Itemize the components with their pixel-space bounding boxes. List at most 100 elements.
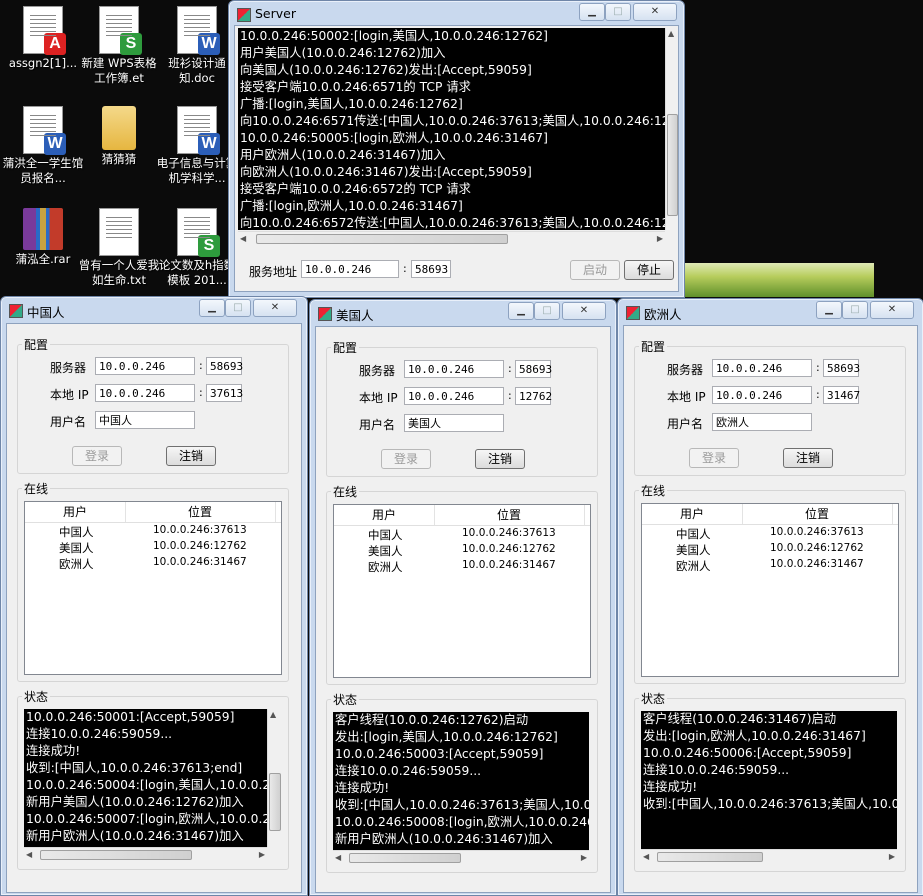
list-item[interactable]: 美国人 10.0.0.246:12762	[334, 543, 590, 559]
scroll-up-arrow-icon[interactable]: ▲	[270, 710, 276, 719]
list-item[interactable]: 欧洲人 10.0.0.246:31467	[25, 556, 281, 572]
desktop-icon-label: assgn2[1]...	[8, 56, 78, 70]
location-cell: 10.0.0.246:37613	[770, 526, 864, 538]
minimize-button[interactable]: ▁	[199, 299, 225, 317]
scroll-up-arrow-icon[interactable]: ▲	[668, 29, 674, 38]
server-log-hscrollbar[interactable]: ◀ ▶	[238, 231, 665, 246]
client-titlebar[interactable]: 欧洲人 ▁ □ ✕	[618, 299, 923, 325]
username-field[interactable]: 美国人	[404, 414, 504, 432]
local-ip-field[interactable]: 10.0.0.246	[404, 387, 504, 405]
online-users-list[interactable]: 用户 位置 中国人 10.0.0.246:37613 美国人 10.0.0.24…	[641, 503, 899, 677]
close-button[interactable]: ✕	[870, 301, 914, 319]
close-button[interactable]: ✕	[253, 299, 297, 317]
logout-button[interactable]: 注销	[783, 448, 833, 468]
local-ip-field[interactable]: 10.0.0.246	[95, 384, 195, 402]
server-ip-field[interactable]: 10.0.0.246	[95, 357, 195, 375]
list-item[interactable]: 中国人 10.0.0.246:37613	[334, 527, 590, 543]
logout-button[interactable]: 注销	[475, 449, 525, 469]
column-header-user[interactable]: 用户	[25, 502, 126, 522]
status-group-label: 状态	[22, 688, 51, 705]
desktop-icon-pdf[interactable]: A assgn2[1]...	[0, 6, 86, 71]
stop-button[interactable]: 停止	[624, 260, 674, 280]
scroll-left-arrow-icon[interactable]: ◀	[643, 852, 649, 861]
online-users-list[interactable]: 用户 位置 中国人 10.0.0.246:37613 美国人 10.0.0.24…	[333, 504, 591, 678]
scroll-thumb[interactable]	[269, 773, 281, 831]
server-address-field[interactable]: 10.0.0.246	[301, 260, 399, 278]
minimize-button[interactable]: ▁	[816, 301, 842, 319]
username-field[interactable]: 中国人	[95, 411, 195, 429]
login-button[interactable]: 登录	[72, 446, 122, 466]
login-button[interactable]: 登录	[689, 448, 739, 468]
column-header-location[interactable]: 位置	[434, 505, 585, 525]
scroll-right-arrow-icon[interactable]: ▶	[657, 234, 663, 243]
minimize-button[interactable]: ▁	[579, 3, 605, 21]
login-button[interactable]: 登录	[381, 449, 431, 469]
column-header-user[interactable]: 用户	[642, 504, 743, 524]
column-header-location[interactable]: 位置	[742, 504, 893, 524]
status-log[interactable]: 10.0.0.246:50001:[Accept,59059] 连接10.0.0…	[24, 709, 267, 847]
logout-button[interactable]: 注销	[166, 446, 216, 466]
server-port-field[interactable]: 58693	[411, 260, 451, 278]
status-log-hscrollbar[interactable]: ◀ ▶	[333, 850, 589, 865]
scroll-right-arrow-icon[interactable]: ▶	[889, 852, 895, 861]
local-ip-field[interactable]: 10.0.0.246	[712, 386, 812, 404]
status-log-hscrollbar[interactable]: ◀ ▶	[24, 847, 267, 862]
log-line: 收到:[中国人,10.0.0.246:37613;美国人,10.0.0.246:…	[335, 798, 589, 812]
scroll-left-arrow-icon[interactable]: ◀	[335, 853, 341, 862]
scroll-thumb[interactable]	[657, 852, 763, 862]
desktop-icon-et[interactable]: S 新建 WPS表格 工作簿.et	[76, 6, 162, 86]
desktop-icon-folder[interactable]: 猜猜猜	[76, 106, 162, 167]
list-item[interactable]: 欧洲人 10.0.0.246:31467	[334, 559, 590, 575]
local-port-field[interactable]: 31467	[823, 386, 860, 404]
scroll-right-arrow-icon[interactable]: ▶	[259, 850, 265, 859]
scroll-thumb[interactable]	[256, 234, 508, 244]
server-log-vscrollbar[interactable]: ▲	[665, 28, 678, 230]
scroll-left-arrow-icon[interactable]: ◀	[240, 234, 246, 243]
status-log-hscrollbar[interactable]: ◀ ▶	[641, 849, 897, 864]
desktop-icon-rar[interactable]: 蒲泓全.rar	[0, 208, 86, 267]
log-line: 发出:[login,欧洲人,10.0.0.246:31467]	[643, 729, 866, 743]
column-header-location[interactable]: 位置	[125, 502, 276, 522]
maximize-button[interactable]: □	[225, 299, 251, 317]
list-item[interactable]: 中国人 10.0.0.246:37613	[25, 524, 281, 540]
minimize-button[interactable]: ▁	[508, 302, 534, 320]
colon-separator: :	[199, 386, 203, 399]
maximize-button[interactable]: □	[605, 3, 631, 21]
scroll-thumb[interactable]	[667, 114, 678, 216]
status-log[interactable]: 客户线程(10.0.0.246:12762)启动 发出:[login,美国人,1…	[333, 712, 589, 850]
list-item[interactable]: 欧洲人 10.0.0.246:31467	[642, 558, 898, 574]
colon-separator: :	[816, 361, 820, 374]
client-area: 配置 服务器 10.0.0.246 : 58693 本地 IP 10.0.0.2…	[6, 323, 302, 893]
scroll-thumb[interactable]	[349, 853, 461, 863]
server-titlebar[interactable]: Server ▁ □ ✕	[229, 1, 684, 27]
client-titlebar[interactable]: 中国人 ▁ □ ✕	[1, 297, 307, 323]
log-line: 10.0.0.246:50006:[Accept,59059]	[643, 746, 852, 760]
server-ip-field[interactable]: 10.0.0.246	[404, 360, 504, 378]
close-button[interactable]: ✕	[562, 302, 606, 320]
status-log-vscrollbar[interactable]: ▲	[267, 709, 281, 847]
online-users-list[interactable]: 用户 位置 中国人 10.0.0.246:37613 美国人 10.0.0.24…	[24, 501, 282, 675]
desktop-icon-txt[interactable]: 曾有一个人爱我如生命.txt	[76, 208, 162, 288]
start-button[interactable]: 启动	[570, 260, 620, 280]
server-ip-field[interactable]: 10.0.0.246	[712, 359, 812, 377]
column-header-user[interactable]: 用户	[334, 505, 435, 525]
scroll-thumb[interactable]	[40, 850, 192, 860]
server-log[interactable]: 10.0.0.246:50002:[login,美国人,10.0.0.246:1…	[238, 28, 665, 230]
local-port-field[interactable]: 37613	[206, 384, 243, 402]
server-port-field[interactable]: 58693	[206, 357, 243, 375]
scroll-left-arrow-icon[interactable]: ◀	[26, 850, 32, 859]
maximize-button[interactable]: □	[534, 302, 560, 320]
server-port-field[interactable]: 58693	[515, 360, 552, 378]
list-item[interactable]: 美国人 10.0.0.246:12762	[642, 542, 898, 558]
scroll-right-arrow-icon[interactable]: ▶	[581, 853, 587, 862]
local-port-field[interactable]: 12762	[515, 387, 552, 405]
client-titlebar[interactable]: 美国人 ▁ □ ✕	[310, 300, 616, 326]
maximize-button[interactable]: □	[842, 301, 868, 319]
server-port-field[interactable]: 58693	[823, 359, 860, 377]
list-item[interactable]: 美国人 10.0.0.246:12762	[25, 540, 281, 556]
desktop-icon-doc-2[interactable]: W 蒲洪全一学生馆员报名...	[0, 106, 86, 186]
list-item[interactable]: 中国人 10.0.0.246:37613	[642, 526, 898, 542]
close-button[interactable]: ✕	[633, 3, 677, 21]
status-log[interactable]: 客户线程(10.0.0.246:31467)启动 发出:[login,欧洲人,1…	[641, 711, 897, 849]
username-field[interactable]: 欧洲人	[712, 413, 812, 431]
